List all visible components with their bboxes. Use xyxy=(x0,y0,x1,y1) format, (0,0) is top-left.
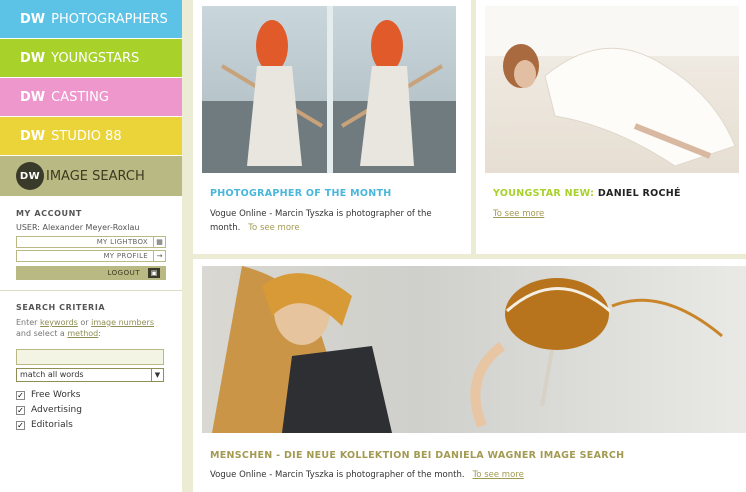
help-text: Enter xyxy=(16,318,41,327)
collection-feature-photo[interactable] xyxy=(202,266,746,433)
keywords-link[interactable]: keywords xyxy=(40,318,78,327)
search-title: SEARCH CRITERIA xyxy=(16,303,106,312)
nav-prefix: DW xyxy=(20,128,46,144)
collection-description: Vogue Online - Marcin Tyszka is photogra… xyxy=(210,470,465,480)
photographer-description: Vogue Online - Marcin Tyszka is photogra… xyxy=(210,209,432,233)
logout-label: LOGOUT xyxy=(107,269,140,277)
my-lightbox-button[interactable]: MY LIGHTBOX ▦ xyxy=(16,236,166,248)
checkbox-checked-icon[interactable]: ✓ xyxy=(16,390,25,400)
method-selected-value: match all words xyxy=(20,370,84,379)
youngstar-text: To see more xyxy=(493,207,544,221)
filter-label: Advertising xyxy=(31,405,82,415)
search-method-select[interactable]: match all words ▼ xyxy=(16,368,164,382)
photographer-text: Vogue Online - Marcin Tyszka is photogra… xyxy=(210,207,450,235)
logout-button[interactable]: LOGOUT ▣ xyxy=(16,266,166,280)
nav-label: YOUNGSTARS xyxy=(51,50,140,66)
filter-free-works[interactable]: ✓ Free Works xyxy=(16,390,166,400)
filter-label: Editorials xyxy=(31,420,73,430)
filter-label: Free Works xyxy=(31,390,81,400)
photo-illustration xyxy=(485,6,739,167)
nav-label: CASTING xyxy=(51,89,109,105)
nav-label: PHOTOGRAPHERS xyxy=(51,11,168,27)
youngstar-more-link[interactable]: To see more xyxy=(493,209,544,219)
collection-more-link[interactable]: To see more xyxy=(473,470,524,480)
nav-prefix: DW xyxy=(20,89,46,105)
logout-icon: ▣ xyxy=(148,268,160,278)
youngstar-title-name: DANIEL ROCHÉ xyxy=(597,188,681,199)
youngstar-title[interactable]: YOUNGSTAR NEW: DANIEL ROCHÉ xyxy=(493,188,681,199)
help-text: and select a xyxy=(16,329,68,338)
youngstar-feature-photo[interactable] xyxy=(485,6,739,173)
profile-label: MY PROFILE xyxy=(103,252,148,260)
collection-title[interactable]: MENSCHEN - DIE NEUE KOLLEKTION BEI DANIE… xyxy=(210,450,624,461)
filter-editorials[interactable]: ✓ Editorials xyxy=(16,420,166,430)
photographer-of-month-card: PHOTOGRAPHER OF THE MONTH Vogue Online -… xyxy=(193,0,471,254)
grid-icon: ▦ xyxy=(153,237,165,247)
nav-casting[interactable]: DW CASTING xyxy=(0,78,182,116)
search-help-text: Enter keywords or image numbers and sele… xyxy=(16,317,166,339)
arrow-right-icon: → xyxy=(153,251,165,261)
photographer-feature-photo[interactable] xyxy=(202,6,456,173)
image-numbers-link[interactable]: image numbers xyxy=(91,318,154,327)
help-text: or xyxy=(77,318,92,327)
photographer-more-link[interactable]: To see more xyxy=(248,223,299,233)
nav-prefix: DW xyxy=(20,11,46,27)
filter-advertising[interactable]: ✓ Advertising xyxy=(16,405,166,415)
help-text: : xyxy=(98,329,101,338)
search-input[interactable] xyxy=(16,349,164,365)
photographer-title[interactable]: PHOTOGRAPHER OF THE MONTH xyxy=(210,188,392,199)
my-profile-button[interactable]: MY PROFILE → xyxy=(16,250,166,262)
user-name: USER: Alexander Meyer-Roxlau xyxy=(16,223,140,232)
nav-youngstars[interactable]: DW YOUNGSTARS xyxy=(0,39,182,77)
youngstar-card: YOUNGSTAR NEW: DANIEL ROCHÉ To see more xyxy=(476,0,746,254)
collection-card: MENSCHEN - DIE NEUE KOLLEKTION BEI DANIE… xyxy=(193,259,746,492)
youngstar-title-prefix: YOUNGSTAR NEW: xyxy=(493,188,595,199)
checkbox-checked-icon[interactable]: ✓ xyxy=(16,420,25,430)
account-title: MY ACCOUNT xyxy=(16,209,82,218)
search-criteria-panel: SEARCH CRITERIA Enter keywords or image … xyxy=(0,291,182,430)
nav-image-search[interactable]: DW IMAGE SEARCH xyxy=(0,156,182,196)
collection-text: Vogue Online - Marcin Tyszka is photogra… xyxy=(210,468,730,482)
photo-illustration xyxy=(212,266,723,433)
sidebar: DW PHOTOGRAPHERS DW YOUNGSTARS DW CASTIN… xyxy=(0,0,182,492)
nav-photographers[interactable]: DW PHOTOGRAPHERS xyxy=(0,0,182,38)
lightbox-label: MY LIGHTBOX xyxy=(96,238,148,246)
nav-label: STUDIO 88 xyxy=(51,128,122,144)
nav-label: IMAGE SEARCH xyxy=(46,168,145,184)
nav-studio-88[interactable]: DW STUDIO 88 xyxy=(0,117,182,155)
dw-logo-badge: DW xyxy=(16,162,44,190)
chevron-down-icon: ▼ xyxy=(151,369,163,381)
photo-illustration xyxy=(202,6,456,173)
method-link[interactable]: method xyxy=(67,329,98,338)
nav-prefix: DW xyxy=(20,50,46,66)
my-account-panel: MY ACCOUNT USER: Alexander Meyer-Roxlau … xyxy=(0,197,182,280)
checkbox-checked-icon[interactable]: ✓ xyxy=(16,405,25,415)
